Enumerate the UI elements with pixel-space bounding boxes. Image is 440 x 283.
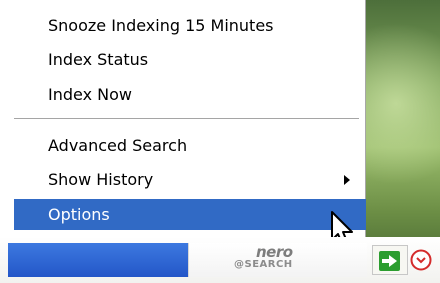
menu-item-index-now[interactable]: Index Now [14, 79, 366, 110]
go-arrow-icon [379, 251, 400, 271]
menu-item-label: Advanced Search [48, 136, 188, 155]
menu-item-options[interactable]: Options [14, 199, 366, 230]
go-button[interactable] [372, 245, 408, 275]
context-menu: Snooze Indexing 15 Minutes Index Status … [0, 0, 366, 237]
menu-item-label: Show History [48, 170, 154, 189]
taskbar-button[interactable] [8, 243, 188, 277]
nero-search-logo: nero @SEARCH [232, 243, 322, 275]
menu-item-snooze-indexing[interactable]: Snooze Indexing 15 Minutes [14, 10, 366, 41]
wallpaper-highlight [360, 0, 440, 230]
menu-item-label: Options [48, 205, 110, 224]
chevron-right-icon [344, 175, 350, 185]
dropdown-circle-icon[interactable] [410, 249, 432, 271]
menu-item-index-status[interactable]: Index Status [14, 44, 366, 75]
menu-item-show-history[interactable]: Show History [14, 164, 366, 195]
menu-item-label: Index Status [48, 50, 149, 69]
menu-separator [14, 118, 359, 120]
menu-item-label: Index Now [48, 85, 132, 104]
menu-item-advanced-search[interactable]: Advanced Search [14, 130, 366, 161]
menu-item-label: Snooze Indexing 15 Minutes [48, 16, 274, 35]
brand-bottom: @SEARCH [234, 259, 293, 270]
desktop-screen: Snooze Indexing 15 Minutes Index Status … [0, 0, 440, 283]
